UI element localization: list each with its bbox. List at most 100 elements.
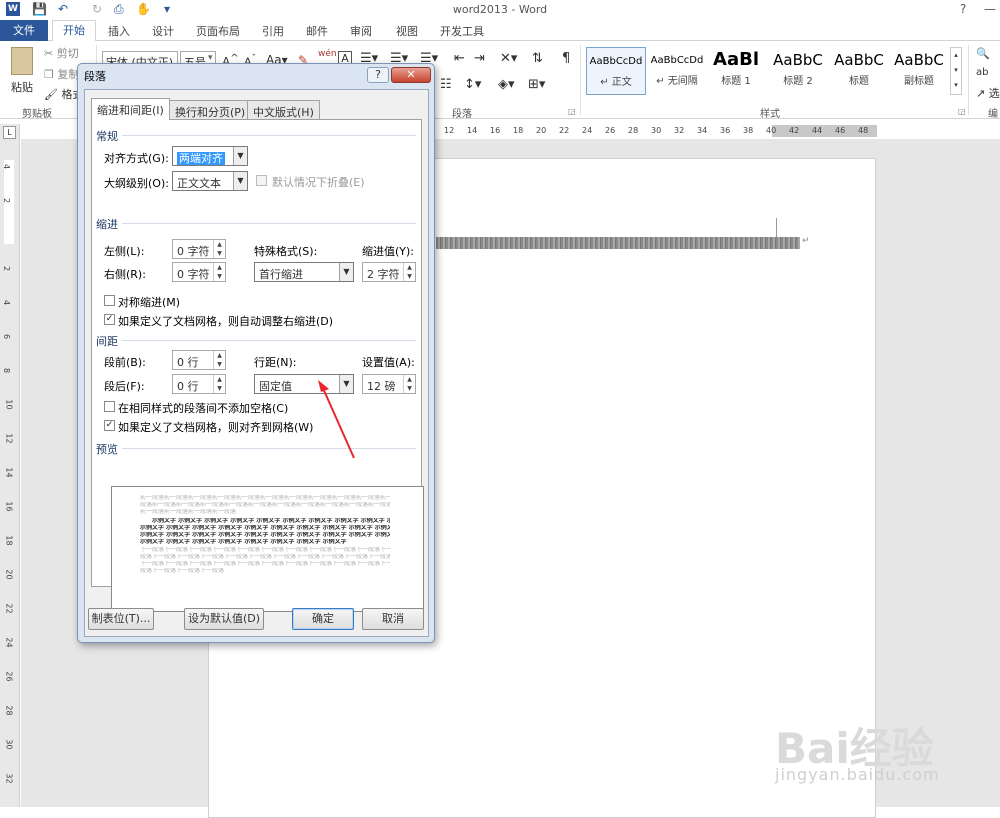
mirror-indent-checkbox[interactable]	[104, 295, 115, 306]
paste-button[interactable]: 粘贴	[6, 45, 38, 103]
chevron-down-icon: ▼	[339, 263, 353, 281]
tab-mailings[interactable]: 邮件	[306, 23, 328, 39]
preview-pane: 前一段落前一段落前一段落前一段落前一段落前一段落前一段落前一段落前一段落前一段落…	[111, 486, 424, 612]
cancel-button[interactable]: 取消	[362, 608, 424, 630]
ruler-tick-label: 4	[2, 299, 12, 306]
style-heading2[interactable]: AaBbC 标题 2	[768, 47, 828, 95]
spinner-arrows-icon[interactable]: ▲ ▼	[403, 375, 415, 393]
tab-review[interactable]: 审阅	[350, 23, 372, 39]
ruler-tick-label: 14	[467, 126, 478, 135]
tab-selector[interactable]: L	[3, 126, 16, 139]
tabs-button[interactable]: 制表位(T)...	[88, 608, 154, 630]
tab-asian-typography[interactable]: 中文版式(H)	[247, 100, 320, 120]
horizontal-ruler[interactable]: 12 14 16 18 20 22 24 26 28 30 32 34 36 38 40 42 44 46 48	[432, 124, 877, 138]
auto-adjust-checkbox[interactable]: ✓	[104, 314, 115, 325]
tab-file[interactable]: 文件	[0, 20, 48, 41]
window-title: word2013 - Word	[452, 3, 548, 16]
spinner-arrows-icon[interactable]: ▲ ▼	[403, 263, 415, 281]
spinner-arrows-icon[interactable]: ▲ ▼	[213, 263, 225, 281]
group-separator	[580, 45, 581, 115]
borders-icon[interactable]: ⊞▾	[528, 77, 545, 92]
line-spacing-icon[interactable]: ↕▾	[464, 77, 481, 92]
clipboard-group-label: 剪贴板	[22, 109, 52, 120]
line-spacing-value: 固定值	[259, 380, 292, 393]
no-space-same-style-checkbox[interactable]	[104, 401, 115, 412]
increase-indent-icon[interactable]: ⇥	[474, 51, 485, 66]
preview-section-title: 预览	[96, 443, 118, 456]
style-no-spacing[interactable]: AaBbCcDd ↵ 无间隔	[647, 47, 707, 95]
preview-line: 前一段落前一段落前一段落前一段落	[140, 509, 237, 515]
shading-icon[interactable]: ◈▾	[498, 77, 515, 92]
tab-developer[interactable]: 开发工具	[440, 23, 484, 39]
vertical-ruler[interactable]: 4 2 2 4 6 8 10 12 14 16 18 20 22 24 26 28 30 32	[0, 124, 20, 807]
tab-indents-spacing[interactable]: 缩进和间距(I)	[91, 98, 170, 120]
ruler-tick-label: 38	[743, 126, 754, 135]
margin-corner-mark	[776, 218, 777, 238]
chinese-layout-icon[interactable]: ✕▾	[500, 51, 517, 66]
left-indent-spinner[interactable]: 0 字符 ▲ ▼	[172, 239, 226, 259]
minimize-button[interactable]: —	[984, 2, 996, 16]
styles-group-label: 样式	[760, 109, 780, 120]
dialog-help-button[interactable]: ?	[367, 67, 389, 83]
find-icon[interactable]: 🔍	[976, 47, 990, 60]
selected-paragraph[interactable]	[436, 237, 800, 249]
space-after-spinner[interactable]: 0 行 ▲ ▼	[172, 374, 226, 394]
spinner-arrows-icon[interactable]: ▲ ▼	[213, 351, 225, 369]
section-divider	[122, 135, 416, 136]
right-indent-spinner[interactable]: 0 字符 ▲ ▼	[172, 262, 226, 282]
indent-by-spinner[interactable]: 2 字符 ▲ ▼	[362, 262, 416, 282]
preview-line: 示例文字 示例文字 示例文字 示例文字 示例文字 示例文字 示例文字 示例文字 …	[152, 518, 390, 524]
tab-home[interactable]: 开始	[52, 20, 96, 42]
cut-button[interactable]: ✂ 剪切	[44, 45, 79, 61]
alignment-select[interactable]: 两端对齐 ▼	[172, 146, 248, 166]
line-spacing-label: 行距(N):	[254, 356, 297, 369]
dialog-close-button[interactable]: ✕	[391, 67, 431, 83]
style-heading1[interactable]: AaBl 标题 1	[708, 47, 764, 95]
show-marks-icon[interactable]: ¶	[562, 51, 570, 66]
cut-label: 剪切	[56, 47, 79, 60]
ruler-tick-label: 4	[2, 163, 12, 170]
space-before-spinner[interactable]: 0 行 ▲ ▼	[172, 350, 226, 370]
spacing-at-label: 设置值(A):	[362, 356, 415, 369]
style-subtitle[interactable]: AaBbC 副标题	[889, 47, 949, 95]
style-name: ↵ 正文	[600, 77, 632, 88]
outline-level-select[interactable]: 正文文本 ▼	[172, 171, 248, 191]
paragraph-dialog: 段落 ? ✕ 缩进和间距(I) 换行和分页(P) 中文版式(H) 常规 对齐方式…	[77, 63, 435, 643]
ruler-tick-label: 46	[835, 126, 846, 135]
spacing-at-spinner[interactable]: 12 磅 ▲ ▼	[362, 374, 416, 394]
copy-button[interactable]: ❐ 复制	[44, 66, 79, 82]
preview-line: 段落下一段落下一段落下一段落下一段落下一段落下一段落下一段落下一段落下一段落下一…	[140, 554, 390, 560]
spinner-arrows-icon[interactable]: ▲ ▼	[213, 375, 225, 393]
tab-layout[interactable]: 页面布局	[196, 23, 240, 39]
styles-scroll[interactable]: ▴ ▾ ▾	[950, 47, 962, 95]
select-button[interactable]: ↗ 选	[976, 85, 1000, 101]
collapse-label: 默认情况下折叠(E)	[272, 176, 365, 189]
tab-view[interactable]: 视图	[396, 23, 418, 39]
font-size-dropdown-icon[interactable]: ▾	[208, 53, 213, 63]
set-default-button[interactable]: 设为默认值(D)	[184, 608, 264, 630]
phonetic-guide-icon[interactable]: wén	[318, 49, 337, 59]
snap-to-grid-checkbox[interactable]: ✓	[104, 420, 115, 431]
replace-icon[interactable]: ab	[976, 67, 988, 78]
preview-line: 示例文字 示例文字 示例文字 示例文字 示例文字 示例文字 示例文字 示例文字	[140, 539, 347, 545]
tab-references[interactable]: 引用	[262, 23, 284, 39]
paragraph-launcher-icon[interactable]: ◲	[568, 107, 576, 116]
style-normal[interactable]: AaBbCcDd ↵ 正文	[586, 47, 646, 95]
tab-line-page-breaks[interactable]: 换行和分页(P)	[169, 100, 252, 120]
style-title[interactable]: AaBbC 标题	[829, 47, 889, 95]
tab-insert[interactable]: 插入	[108, 23, 130, 39]
collapse-checkbox[interactable]	[256, 175, 267, 186]
spinner-arrows-icon[interactable]: ▲ ▼	[213, 240, 225, 258]
right-indent-label: 右侧(R):	[104, 268, 146, 281]
distribute-icon[interactable]: ☷	[440, 77, 452, 92]
help-icon[interactable]: ?	[960, 2, 966, 16]
special-indent-select[interactable]: 首行缩进 ▼	[254, 262, 354, 282]
tab-design[interactable]: 设计	[152, 23, 174, 39]
sort-icon[interactable]: ⇅	[532, 51, 543, 66]
ruler-tick-label: 22	[559, 126, 570, 135]
ruler-tick-label: 20	[536, 126, 547, 135]
style-name: 标题 2	[783, 76, 813, 87]
styles-launcher-icon[interactable]: ◲	[958, 107, 966, 116]
decrease-indent-icon[interactable]: ⇤	[454, 51, 465, 66]
ok-button[interactable]: 确定	[292, 608, 354, 630]
